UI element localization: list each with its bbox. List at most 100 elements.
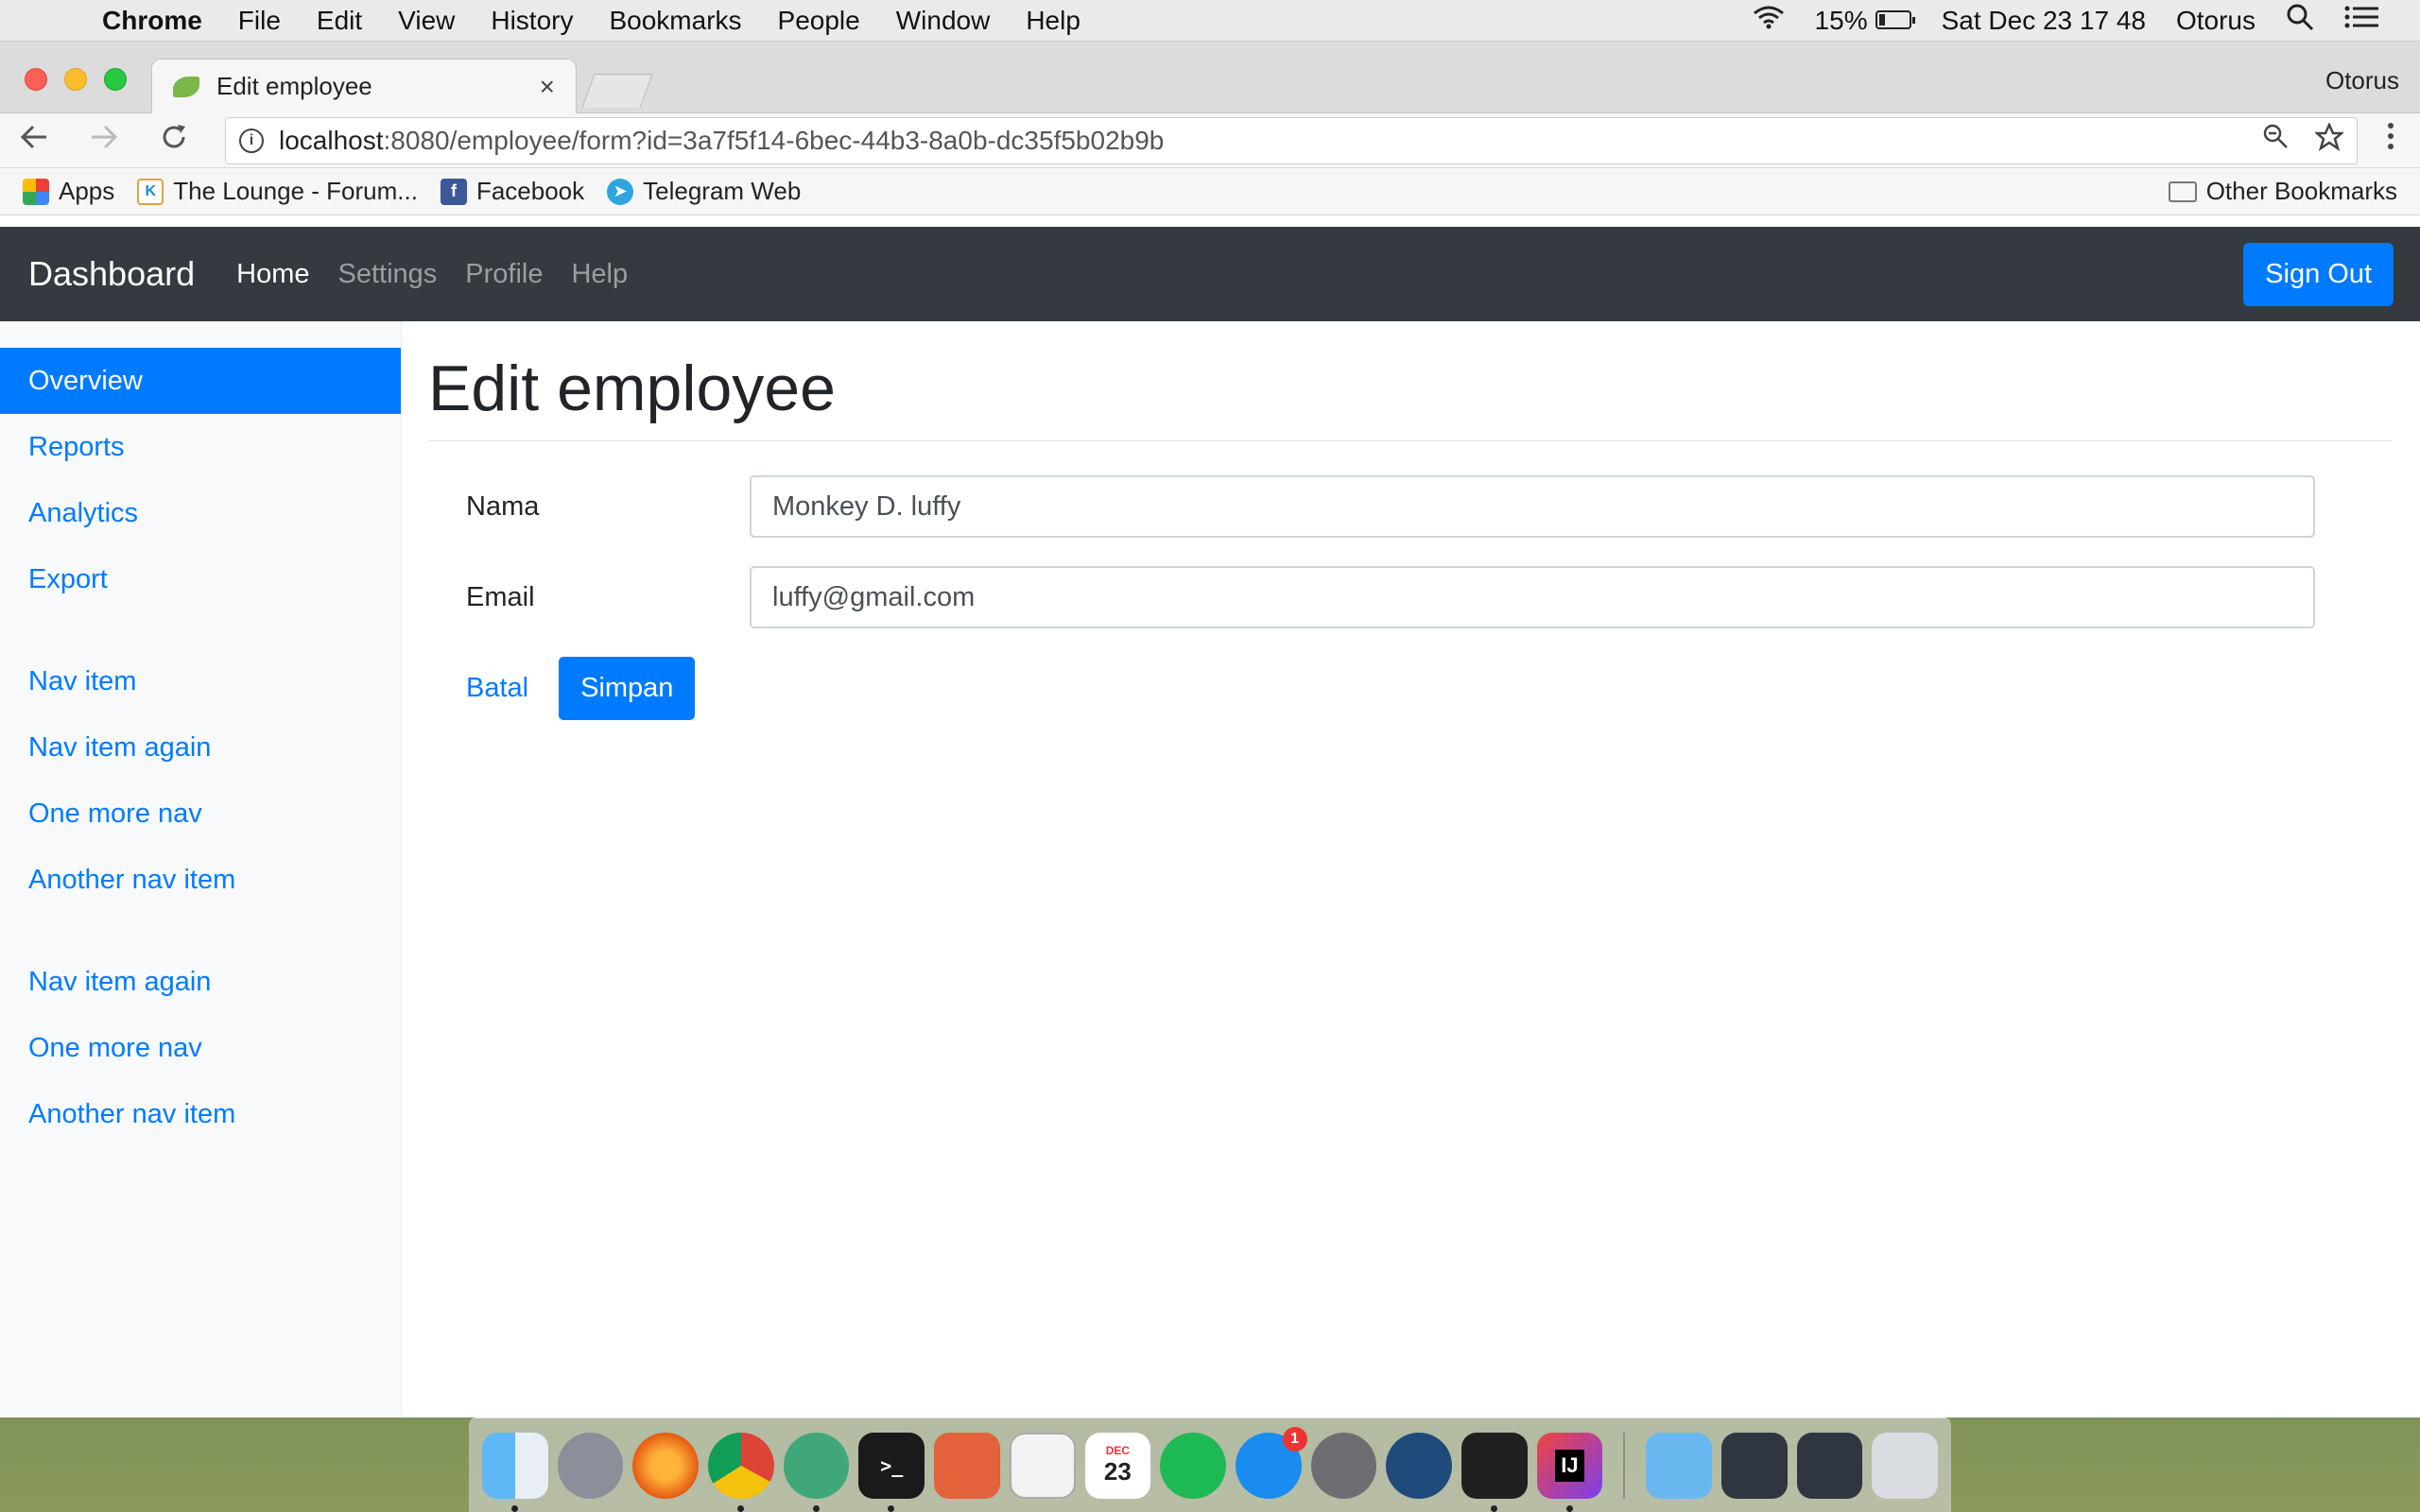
menu-help[interactable]: Help [1026,6,1080,36]
nav-profile[interactable]: Profile [465,259,543,290]
sidebar: Overview Reports Analytics Export Nav it… [0,321,402,1418]
terminal-label: >_ [880,1453,904,1477]
telegram-icon: ➤ [607,178,634,205]
page-title: Edit employee [428,352,2392,441]
minimized-window-thumbnail-icon[interactable] [1796,1432,1863,1499]
menu-view[interactable]: View [398,6,455,36]
close-window-button[interactable] [25,68,47,91]
intellij-label: IJ [1555,1449,1584,1482]
folder-icon [2168,180,2197,202]
menu-window[interactable]: Window [896,6,991,36]
web-page: Dashboard Home Settings Profile Help Sig… [0,227,2420,1418]
calendar-month: DEC [1105,1444,1131,1457]
minimized-window-thumbnail-icon[interactable] [1721,1432,1788,1499]
sidebar-item-overview[interactable]: Overview [0,348,401,414]
browser-toolbar: i localhost :8080/employee/form?id=3a7f5… [0,113,2420,168]
reload-icon[interactable] [155,123,193,159]
app-store-icon[interactable]: 1 [1235,1426,1307,1499]
address-bar[interactable]: i localhost :8080/employee/form?id=3a7f5… [225,116,2358,164]
sidebar-item-another-nav-item-2[interactable]: Another nav item [0,1081,401,1147]
user-menu[interactable]: Otorus [2176,6,2256,36]
clock[interactable]: Sat Dec 23 17 48 [1942,6,2146,36]
form-actions: Batal Simpan [428,657,2392,720]
spotlight-search-icon[interactable] [2286,3,2314,38]
nav-home[interactable]: Home [236,259,309,290]
calendar-icon[interactable]: DEC 23 [1084,1432,1151,1499]
site-info-icon[interactable]: i [239,128,264,153]
bookmark-star-icon[interactable] [2313,121,2345,159]
menu-bookmarks[interactable]: Bookmarks [609,6,741,36]
tab-close-icon[interactable]: × [540,72,555,102]
sign-out-button[interactable]: Sign Out [2243,242,2394,306]
menu-file[interactable]: File [238,6,281,36]
menu-people[interactable]: People [778,6,860,36]
sidebar-item-export[interactable]: Export [0,546,401,612]
rocket-app-icon[interactable] [934,1432,1000,1499]
activity-monitor-icon[interactable] [1461,1432,1528,1512]
nama-label: Nama [466,490,540,522]
notification-center-icon[interactable] [2344,5,2378,36]
macos-menubar: Chrome File Edit View History Bookmarks … [0,0,2420,42]
trash-icon[interactable] [1872,1432,1939,1499]
downloads-folder-icon[interactable] [1646,1432,1712,1499]
content-row: Overview Reports Analytics Export Nav it… [0,321,2420,1418]
url-host: localhost [279,125,384,155]
bookmark-label: Apps [59,177,115,205]
sidebar-item-nav-item[interactable]: Nav item [0,648,401,714]
launchpad-rocket-icon[interactable] [557,1432,624,1499]
menu-edit[interactable]: Edit [317,6,362,36]
finder-icon[interactable] [482,1432,548,1512]
zoom-magnifier-icon[interactable] [2262,123,2289,159]
bookmark-apps[interactable]: Apps [23,177,114,206]
sidebar-item-one-more-nav-2[interactable]: One more nav [0,1015,401,1081]
url-path: :8080/employee/form?id=3a7f5f14-6bec-44b… [383,125,1165,155]
new-tab-button[interactable] [581,74,653,108]
browser-window: Edit employee × Otorus i localhost :8080… [0,42,2420,1418]
system-preferences-icon[interactable] [1310,1432,1377,1499]
back-arrow-icon[interactable] [15,123,53,158]
battery-icon [1875,9,1915,29]
sidebar-item-another-nav-item[interactable]: Another nav item [0,847,401,913]
sidebar-item-one-more-nav[interactable]: One more nav [0,781,401,847]
email-input[interactable] [750,566,2315,628]
menu-history[interactable]: History [491,6,573,36]
wifi-icon[interactable] [1753,5,1785,36]
sidebar-item-analytics[interactable]: Analytics [0,480,401,546]
nama-input[interactable] [750,475,2315,538]
menu-app-chrome[interactable]: Chrome [102,6,202,36]
minimize-window-button[interactable] [64,68,87,91]
bookmark-facebook[interactable]: f Facebook [440,177,584,206]
bookmark-label: The Lounge - Forum... [173,177,418,205]
terminal-icon[interactable]: >_ [858,1432,925,1512]
save-button[interactable]: Simpan [559,657,696,720]
battery-status[interactable]: 15% [1815,6,1915,36]
sidebar-item-nav-item-again[interactable]: Nav item again [0,714,401,781]
keynote-icon[interactable] [1009,1432,1076,1499]
other-bookmarks[interactable]: Other Bookmarks [2168,177,2397,206]
navbar-brand[interactable]: Dashboard [28,254,195,294]
quicktime-icon[interactable] [1386,1432,1452,1499]
spotify-icon[interactable] [1160,1432,1226,1499]
firefox-icon[interactable] [632,1432,700,1499]
nav-settings[interactable]: Settings [337,259,437,290]
spring-leaf-favicon-icon [173,76,199,97]
zoom-window-button[interactable] [104,68,127,91]
sidebar-item-reports[interactable]: Reports [0,414,401,480]
browser-menu-icon[interactable] [2377,122,2405,159]
forward-arrow-icon[interactable] [85,123,123,158]
sidebar-item-nav-item-again-2[interactable]: Nav item again [0,949,401,1015]
calendar-day: 23 [1103,1457,1132,1486]
intellij-idea-icon[interactable]: IJ [1536,1432,1603,1512]
bookmark-label: Telegram Web [643,177,802,205]
bookmark-telegram[interactable]: ➤ Telegram Web [607,177,801,206]
cancel-button[interactable]: Batal [445,658,549,719]
chrome-icon[interactable] [708,1432,774,1512]
nav-help[interactable]: Help [571,259,628,290]
bookmark-the-lounge[interactable]: K The Lounge - Forum... [137,177,418,206]
apps-grid-icon [23,178,49,205]
tab-title: Edit employee [216,72,372,100]
profile-button[interactable]: Otorus [2325,66,2399,95]
tab-edit-employee[interactable]: Edit employee × [151,59,577,113]
atom-editor-icon[interactable] [783,1432,850,1512]
